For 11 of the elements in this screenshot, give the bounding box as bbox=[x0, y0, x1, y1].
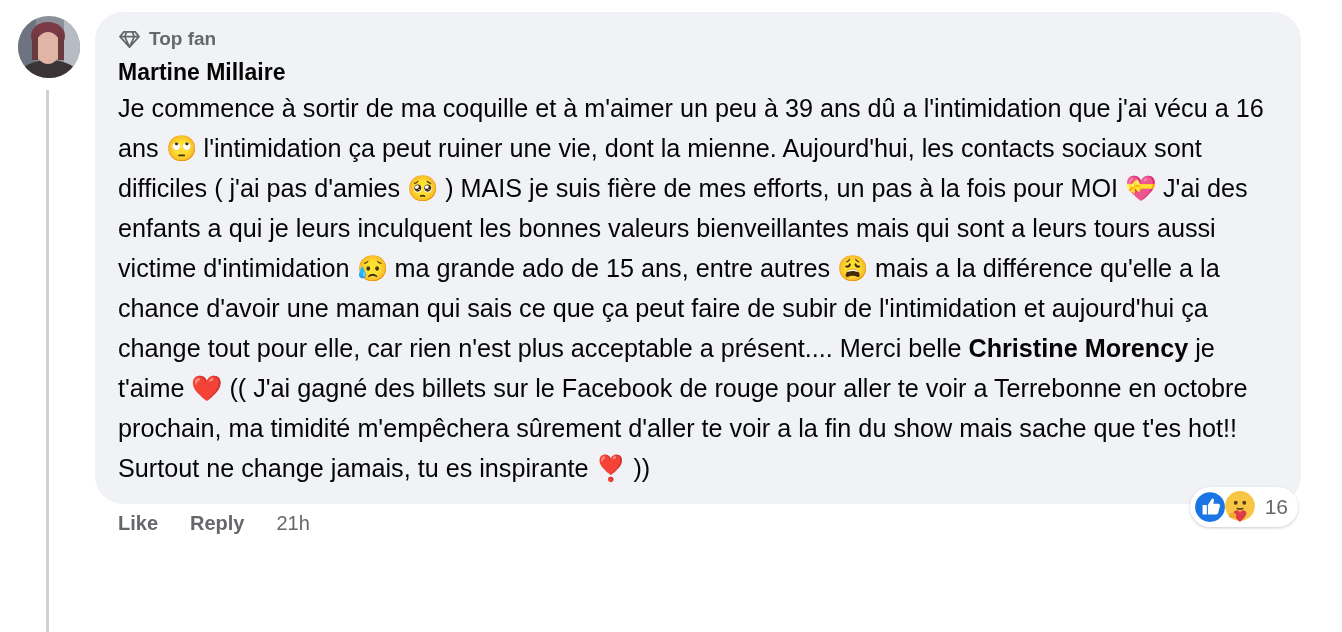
hug-emoji-icon bbox=[1222, 490, 1257, 524]
top-fan-label: Top fan bbox=[149, 28, 217, 50]
action-link[interactable]: Reply bbox=[190, 512, 245, 535]
diamond-icon bbox=[118, 29, 141, 49]
timestamp[interactable]: 21h bbox=[276, 512, 310, 535]
like-icon bbox=[1192, 490, 1227, 524]
comment-text: Je commence à sortir de ma coquille et à m'aimer un peu à 39 ans dû a l'intimidation que j'ai vécu a 16 ans 🙄 l'intimidation ça peut ruiner une vie, dont la mienne. Aujourd'hui, les contacts sociaux sont difficiles ( j'ai pas d'amies 🥺 ) MAIS je suis fière de mes efforts, un pas à la fois pour MOI 💝 J'ai des enfants a qui je leurs inculquent les bonnes valeurs bienveillantes mais qui sont a leurs tours aussi victime d'intimidation 😥 ma grande ado de 15 ans, entre autres 😩 mais a la différence qu'elle a la chance d'avoir une maman qui sais ce que ça peut faire de subir de l'intimidation et aujourd'hui ça change tout pour elle, car rien n'est plus acceptable a présent.... Merci belle Christine Morency je t'aime ❤ (( J'ai gagné des billets sur le Facebook de rouge pour aller te voir a Terrebonne en octobre prochain, ma timidité m'empêchera sûrement d'aller te voir a la fin du show mais sache que t'es hot!! Surtout ne change jamais, tu es inspirante ❣ )) bbox=[118, 93, 1265, 484]
reaction-summary[interactable]: 16 bbox=[1189, 487, 1298, 527]
action-link[interactable]: Like bbox=[118, 512, 159, 535]
reaction-count: 16 bbox=[1264, 495, 1288, 519]
author-name[interactable]: Martine Millaire bbox=[118, 59, 286, 86]
